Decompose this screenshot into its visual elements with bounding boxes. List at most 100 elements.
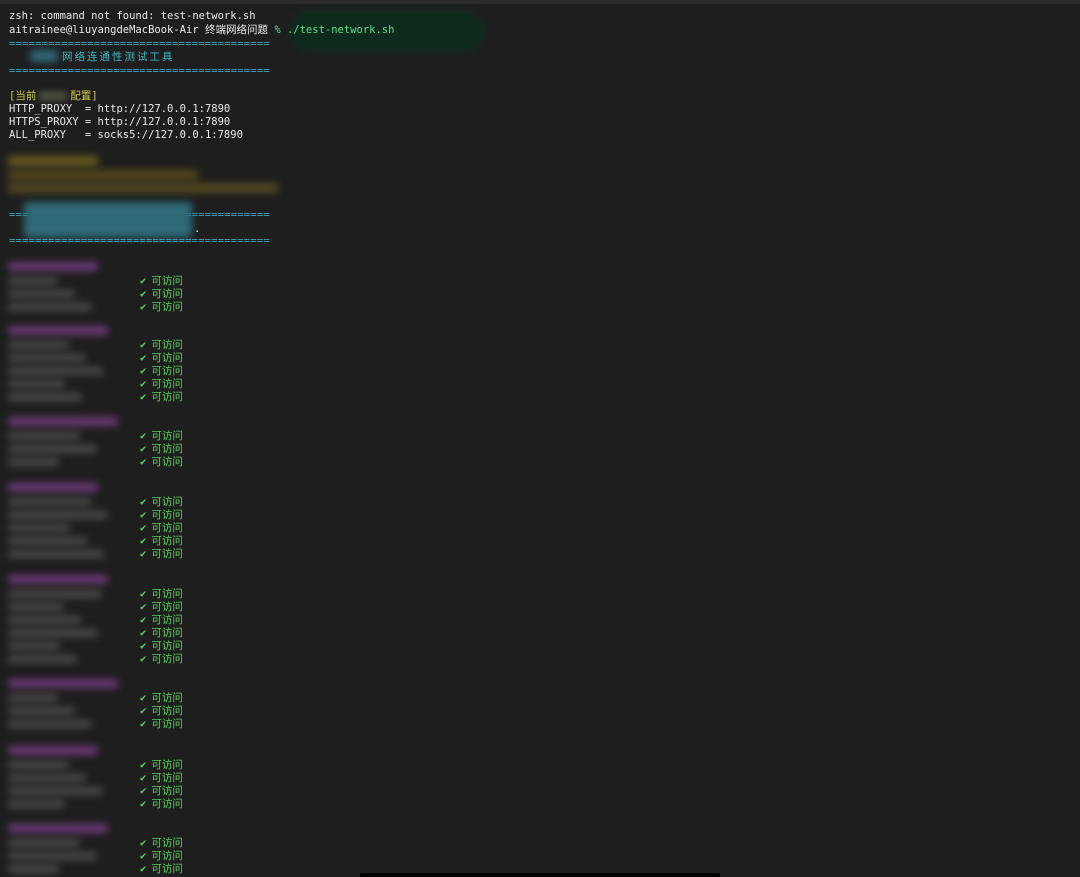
status-item: ✔ 可访问 bbox=[140, 772, 183, 785]
status-item: ✔ 可访问 bbox=[140, 837, 183, 850]
separator-line: ======================================== bbox=[9, 235, 270, 247]
status-text: 可访问 bbox=[151, 692, 183, 704]
redacted-group-header bbox=[8, 679, 118, 688]
check-icon: ✔ bbox=[140, 798, 147, 810]
status-item: ✔ 可访问 bbox=[140, 692, 183, 705]
config-header: [当前 配置] bbox=[9, 90, 98, 103]
check-icon: ✔ bbox=[140, 759, 147, 771]
check-icon: ✔ bbox=[140, 430, 147, 442]
redacted-host-label bbox=[8, 445, 97, 453]
config-header-right: 配置] bbox=[70, 90, 98, 102]
redacted-host-label bbox=[8, 707, 75, 715]
redacted-host-label bbox=[8, 616, 81, 624]
prompt-directory: 终端网络问题 bbox=[204, 24, 268, 36]
redacted-group-header bbox=[8, 824, 108, 833]
redacted-host-label bbox=[8, 511, 108, 519]
status-text: 可访问 bbox=[151, 640, 183, 652]
status-text: 可访问 bbox=[151, 391, 183, 403]
separator-line: ======================================== bbox=[9, 65, 270, 77]
status-text: 可访问 bbox=[151, 365, 183, 377]
http-proxy-line: HTTP_PROXY = http://127.0.0.1:7890 bbox=[9, 103, 231, 115]
status-text: 可访问 bbox=[151, 718, 183, 730]
check-icon: ✔ bbox=[140, 391, 147, 403]
check-icon: ✔ bbox=[140, 772, 147, 784]
redacted-text bbox=[39, 91, 68, 101]
redacted-host-label bbox=[8, 537, 87, 545]
status-item: ✔ 可访问 bbox=[140, 718, 183, 731]
check-icon: ✔ bbox=[140, 496, 147, 508]
status-item: ✔ 可访问 bbox=[140, 522, 183, 535]
status-item: ✔ 可访问 bbox=[140, 456, 183, 469]
status-item: ✔ 可访问 bbox=[140, 391, 183, 404]
check-icon: ✔ bbox=[140, 627, 147, 639]
redacted-host-label bbox=[8, 354, 86, 362]
status-text: 可访问 bbox=[151, 378, 183, 390]
check-icon: ✔ bbox=[140, 443, 147, 455]
status-item: ✔ 可访问 bbox=[140, 863, 183, 876]
redacted-text bbox=[24, 202, 192, 238]
status-item: ✔ 可访问 bbox=[140, 496, 183, 509]
status-item: ✔ 可访问 bbox=[140, 301, 183, 314]
status-text: 可访问 bbox=[151, 772, 183, 784]
scroll-indicator bbox=[360, 873, 720, 877]
redacted-host-label bbox=[8, 341, 69, 349]
status-item: ✔ 可访问 bbox=[140, 339, 183, 352]
check-icon: ✔ bbox=[140, 692, 147, 704]
check-icon: ✔ bbox=[140, 785, 147, 797]
check-icon: ✔ bbox=[140, 339, 147, 351]
check-icon: ✔ bbox=[140, 653, 147, 665]
status-item: ✔ 可访问 bbox=[140, 759, 183, 772]
redacted-host-label bbox=[8, 458, 59, 466]
redacted-text bbox=[8, 156, 98, 166]
redacted-host-label bbox=[8, 642, 60, 650]
redacted-host-label bbox=[8, 290, 75, 298]
check-icon: ✔ bbox=[140, 837, 147, 849]
check-icon: ✔ bbox=[140, 588, 147, 600]
status-text: 可访问 bbox=[151, 509, 183, 521]
status-item: ✔ 可访问 bbox=[140, 627, 183, 640]
status-item: ✔ 可访问 bbox=[140, 365, 183, 378]
redacted-host-label bbox=[8, 852, 97, 860]
status-text: 可访问 bbox=[151, 288, 183, 300]
status-item: ✔ 可访问 bbox=[140, 798, 183, 811]
status-text: 可访问 bbox=[151, 759, 183, 771]
redacted-host-label bbox=[8, 524, 70, 532]
check-icon: ✔ bbox=[140, 705, 147, 717]
check-icon: ✔ bbox=[140, 640, 147, 652]
check-icon: ✔ bbox=[140, 352, 147, 364]
status-item: ✔ 可访问 bbox=[140, 785, 183, 798]
error-line: zsh: command not found: test-network.sh bbox=[9, 10, 256, 22]
check-icon: ✔ bbox=[140, 863, 147, 875]
redacted-text bbox=[8, 183, 278, 193]
check-icon: ✔ bbox=[140, 522, 147, 534]
status-text: 可访问 bbox=[151, 535, 183, 547]
status-text: 可访问 bbox=[151, 785, 183, 797]
redacted-text bbox=[30, 50, 58, 62]
prompt-command: % ./test-network.sh bbox=[274, 24, 395, 36]
terminal-window[interactable]: zsh: command not found: test-network.sh … bbox=[0, 0, 1080, 877]
check-icon: ✔ bbox=[140, 614, 147, 626]
check-icon: ✔ bbox=[140, 275, 147, 287]
status-text: 可访问 bbox=[151, 496, 183, 508]
status-item: ✔ 可访问 bbox=[140, 653, 183, 666]
redacted-group-header bbox=[8, 575, 108, 584]
https-proxy-line: HTTPS_PROXY = http://127.0.0.1:7890 bbox=[9, 116, 231, 128]
status-item: ✔ 可访问 bbox=[140, 378, 183, 391]
prompt-line: aitrainee@liuyangdeMacBook-Air 终端网络问题 % … bbox=[9, 24, 394, 37]
redacted-host-label bbox=[8, 761, 69, 769]
check-icon: ✔ bbox=[140, 509, 147, 521]
check-icon: ✔ bbox=[140, 535, 147, 547]
redacted-host-label bbox=[8, 694, 58, 702]
status-item: ✔ 可访问 bbox=[140, 850, 183, 863]
config-header-left: [当前 bbox=[9, 90, 37, 102]
status-text: 可访问 bbox=[151, 863, 183, 875]
status-text: 可访问 bbox=[151, 522, 183, 534]
redacted-group-header bbox=[8, 746, 98, 755]
status-text: 可访问 bbox=[151, 850, 183, 862]
redacted-group-header bbox=[8, 483, 98, 492]
prompt-user: aitrainee@liuyangdeMacBook-Air bbox=[9, 24, 199, 36]
status-text: 可访问 bbox=[151, 614, 183, 626]
status-item: ✔ 可访问 bbox=[140, 443, 183, 456]
redacted-host-label bbox=[8, 774, 86, 782]
check-icon: ✔ bbox=[140, 288, 147, 300]
